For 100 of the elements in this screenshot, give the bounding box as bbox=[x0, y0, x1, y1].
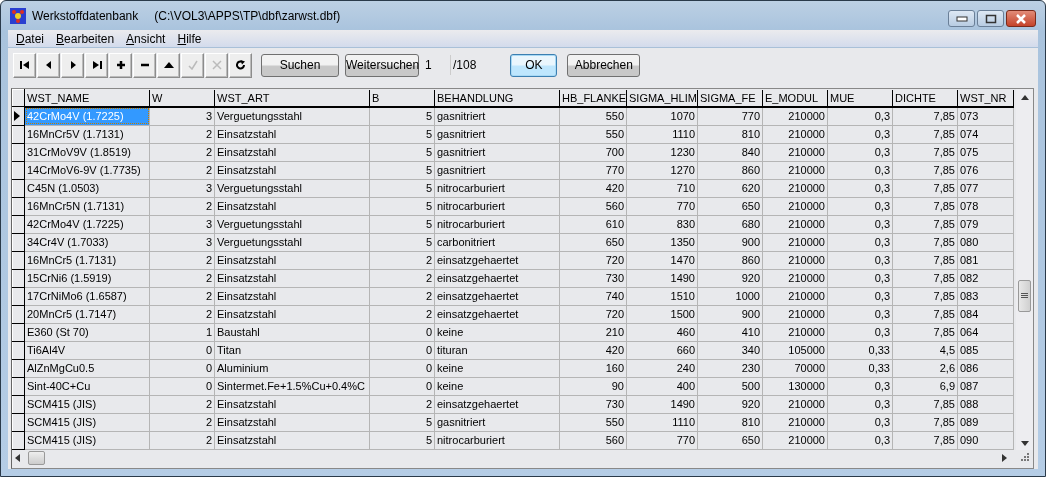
table-cell: nitrocarburiert bbox=[434, 215, 560, 233]
table-cell: 90 bbox=[559, 377, 627, 395]
table-cell: 0,33 bbox=[827, 359, 893, 377]
column-header[interactable]: WST_NAME bbox=[24, 89, 150, 107]
scroll-thumb[interactable] bbox=[28, 450, 45, 465]
table-cell: Einsatzstahl bbox=[214, 413, 370, 431]
table-cell: 0 bbox=[149, 341, 215, 359]
table-cell: 083 bbox=[957, 287, 1014, 305]
table-cell: 210000 bbox=[762, 395, 828, 413]
table-cell: 2 bbox=[369, 287, 435, 305]
scroll-down-icon[interactable] bbox=[1020, 440, 1029, 446]
table-cell: 7,85 bbox=[892, 106, 958, 125]
table-cell: 17CrNiMo6 (1.6587) bbox=[24, 287, 150, 305]
table-cell: 3 bbox=[149, 106, 215, 125]
menu-item[interactable]: Ansicht bbox=[120, 31, 172, 46]
maximize-icon bbox=[984, 13, 997, 24]
cancel-button[interactable]: Abbrechen bbox=[567, 53, 641, 77]
table-cell: 720 bbox=[559, 251, 627, 269]
table-cell: 210000 bbox=[762, 197, 828, 215]
table-cell: 7,85 bbox=[892, 305, 958, 323]
table-cell: Einsatzstahl bbox=[214, 125, 370, 143]
menu-item[interactable]: Hilfe bbox=[171, 31, 208, 46]
search-next-button[interactable]: Weitersuchen bbox=[345, 53, 419, 77]
table-cell: 770 bbox=[626, 431, 698, 449]
next-record-button[interactable] bbox=[61, 52, 84, 78]
previous-record-button[interactable] bbox=[37, 52, 60, 78]
table-cell: 16MnCr5V (1.7131) bbox=[24, 125, 150, 143]
table-cell: 770 bbox=[559, 161, 627, 179]
table-cell: 075 bbox=[957, 143, 1014, 161]
table-cell: einsatzgehaertet bbox=[434, 251, 560, 269]
table-cell: 082 bbox=[957, 269, 1014, 287]
up-triangle-icon bbox=[163, 60, 174, 70]
menu-item[interactable]: Bearbeiten bbox=[50, 31, 121, 46]
column-header[interactable]: HB_FLANKE bbox=[559, 89, 627, 107]
table-cell: 210000 bbox=[762, 305, 828, 323]
table-cell: carbonitriert bbox=[434, 233, 560, 251]
up-triangle-button[interactable] bbox=[157, 52, 180, 78]
table-cell: 210000 bbox=[762, 215, 828, 233]
column-header[interactable]: E_MODUL bbox=[762, 89, 828, 107]
column-header[interactable]: WST_ART bbox=[214, 89, 370, 107]
table-cell: 650 bbox=[697, 197, 763, 215]
close-button[interactable] bbox=[1006, 10, 1036, 27]
table-cell: nitrocarburiert bbox=[434, 197, 560, 215]
column-header[interactable]: WST_NR bbox=[957, 89, 1014, 107]
refresh-button[interactable] bbox=[229, 52, 252, 78]
table-cell: 20MnCr5 (1.7147) bbox=[24, 305, 150, 323]
plus-button[interactable] bbox=[109, 52, 132, 78]
table-cell: 420 bbox=[559, 179, 627, 197]
column-header[interactable]: BEHANDLUNG bbox=[434, 89, 560, 107]
table-cell: 5 bbox=[369, 106, 435, 125]
last-record-button[interactable] bbox=[85, 52, 108, 78]
table-cell: 460 bbox=[626, 323, 698, 341]
record-field[interactable]: 1 bbox=[423, 55, 451, 75]
table-cell: 0 bbox=[149, 359, 215, 377]
table-cell: Verguetungsstahl bbox=[214, 233, 370, 251]
minus-button[interactable] bbox=[133, 52, 156, 78]
column-header[interactable]: SIGMA_FE bbox=[697, 89, 763, 107]
scroll-up-icon[interactable] bbox=[1020, 95, 1029, 100]
first-record-button[interactable] bbox=[13, 52, 36, 78]
table-cell: 920 bbox=[697, 269, 763, 287]
table-cell: 550 bbox=[559, 413, 627, 431]
table-cell: Einsatzstahl bbox=[214, 395, 370, 413]
table-cell: 210000 bbox=[762, 179, 828, 197]
ok-button[interactable]: OK bbox=[510, 53, 558, 77]
table-cell: gasnitriert bbox=[434, 125, 560, 143]
table-cell: 0,3 bbox=[827, 413, 893, 431]
table-cell: 0,3 bbox=[827, 197, 893, 215]
checkmark-icon bbox=[187, 60, 198, 70]
column-header[interactable]: MUE bbox=[827, 89, 893, 107]
table-cell: 2 bbox=[149, 197, 215, 215]
table-cell: 086 bbox=[957, 359, 1014, 377]
minimize-button[interactable] bbox=[948, 10, 975, 27]
table-cell: 0,3 bbox=[827, 269, 893, 287]
table-cell: 14CrMoV6-9V (1.7735) bbox=[24, 161, 150, 179]
table-cell: 2 bbox=[369, 395, 435, 413]
scroll-right-icon[interactable] bbox=[1002, 453, 1007, 462]
table-cell: 1510 bbox=[626, 287, 698, 305]
app-icon bbox=[10, 7, 26, 24]
column-header[interactable]: W bbox=[149, 89, 215, 107]
table-cell: 42CrMo4V (1.7225) bbox=[24, 215, 150, 233]
scroll-thumb[interactable] bbox=[1018, 280, 1031, 312]
resize-grip-icon[interactable] bbox=[1021, 453, 1030, 463]
table-cell: Einsatzstahl bbox=[214, 251, 370, 269]
table-cell: Einsatzstahl bbox=[214, 197, 370, 215]
table-cell: 4,5 bbox=[892, 341, 958, 359]
table-cell: 730 bbox=[559, 395, 627, 413]
menu-item[interactable]: Datei bbox=[10, 31, 51, 46]
table-cell: 210000 bbox=[762, 251, 828, 269]
maximize-button[interactable] bbox=[977, 10, 1004, 27]
column-header[interactable]: SIGMA_HLIM bbox=[626, 89, 698, 107]
table-cell: SCM415 (JIS) bbox=[24, 431, 150, 449]
vertical-scrollbar[interactable] bbox=[1016, 89, 1033, 450]
column-header[interactable]: DICHTE bbox=[892, 89, 958, 107]
column-header[interactable]: B bbox=[369, 89, 435, 107]
table-cell: 0,33 bbox=[827, 341, 893, 359]
search-button[interactable]: Suchen bbox=[261, 53, 339, 77]
scroll-left-icon[interactable] bbox=[15, 453, 20, 462]
table-cell: 7,85 bbox=[892, 233, 958, 251]
x-icon bbox=[211, 60, 222, 70]
table-cell: E360 (St 70) bbox=[24, 323, 150, 341]
